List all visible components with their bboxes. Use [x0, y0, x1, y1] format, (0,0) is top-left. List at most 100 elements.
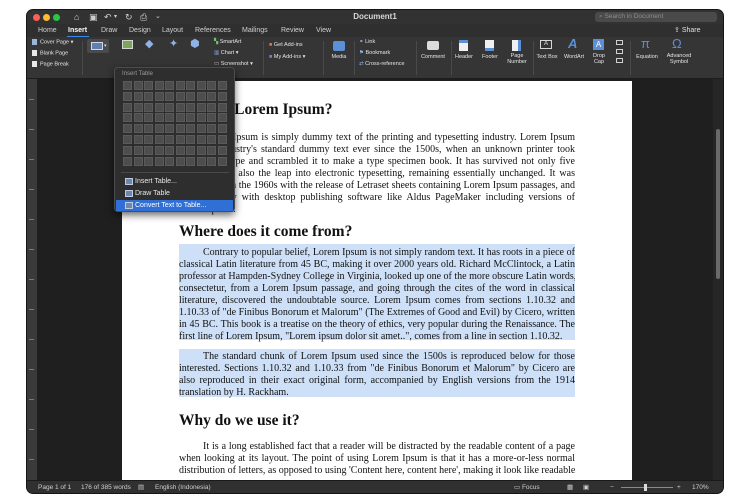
table-grid-cell[interactable] [144, 81, 153, 90]
table-grid-cell[interactable] [196, 124, 206, 134]
table-grid-cell[interactable] [144, 156, 153, 166]
table-grid-cell[interactable] [207, 135, 216, 144]
signature-line-icon[interactable] [616, 40, 623, 45]
table-grid-cell[interactable] [133, 91, 143, 101]
table-grid-cell[interactable] [217, 156, 227, 166]
chart-button[interactable]: ▥ Chart ▾ [214, 50, 238, 57]
table-grid-cell[interactable] [207, 113, 216, 123]
text-box-label[interactable]: Text Box [534, 54, 560, 60]
page-count[interactable]: Page 1 of 1 [38, 482, 71, 493]
footer-icon[interactable] [485, 40, 494, 51]
comment-label[interactable]: Comment [419, 54, 447, 60]
table-grid-cell[interactable] [123, 145, 132, 155]
table-grid-cell[interactable] [186, 81, 195, 90]
tab-mailings[interactable]: Mailings [242, 25, 268, 36]
table-grid-cell[interactable] [144, 135, 153, 144]
table-grid-cell[interactable] [154, 113, 164, 123]
icons-icon[interactable]: ✦ [169, 39, 178, 50]
table-grid-cell[interactable] [186, 145, 195, 155]
tab-view[interactable]: View [316, 25, 331, 36]
footer-label[interactable]: Footer [478, 54, 502, 60]
table-grid-cell[interactable] [175, 91, 185, 101]
media-label[interactable]: Media [327, 54, 351, 60]
tab-insert[interactable]: Insert [68, 25, 87, 36]
table-grid-cell[interactable] [133, 156, 143, 166]
convert-text-to-table-menu-item[interactable]: Convert Text to Table... [116, 200, 233, 211]
table-grid-cell[interactable] [144, 124, 153, 134]
table-grid-cell[interactable] [123, 91, 132, 101]
print-icon[interactable]: ⎙ [140, 11, 147, 23]
tab-review[interactable]: Review [281, 25, 304, 36]
table-grid-cell[interactable] [186, 102, 195, 112]
table-grid-cell[interactable] [217, 124, 227, 134]
insert-table-menu-item[interactable]: Insert Table... [116, 176, 233, 187]
close-window-button[interactable] [33, 14, 40, 21]
proofing-icon[interactable]: ▤ [138, 482, 144, 493]
home-icon[interactable]: ⌂ [74, 11, 79, 23]
text-box-icon[interactable]: A [540, 40, 552, 49]
table-size-grid[interactable] [123, 81, 227, 167]
page-number-button[interactable]: Page Number [505, 53, 529, 65]
table-grid-cell[interactable] [207, 81, 216, 90]
table-grid-cell[interactable] [217, 91, 227, 101]
blank-page-button[interactable]: Blank Page [32, 50, 68, 57]
search-input[interactable]: ⌕ Search in Document [595, 12, 717, 22]
table-grid-cell[interactable] [133, 81, 143, 90]
zoom-level[interactable]: 170% [692, 482, 709, 493]
advanced-symbol-button[interactable]: Advanced Symbol [664, 53, 694, 65]
table-grid-cell[interactable] [144, 91, 153, 101]
table-grid-cell[interactable] [217, 102, 227, 112]
table-button[interactable]: ▾ [87, 39, 109, 53]
zoom-out-icon[interactable]: − [610, 482, 614, 493]
drop-cap-button[interactable]: Drop Cap [588, 53, 610, 65]
table-grid-cell[interactable] [144, 113, 153, 123]
undo-dropdown-icon[interactable]: ▾ [114, 11, 117, 23]
vertical-scrollbar[interactable] [713, 79, 723, 480]
table-grid-cell[interactable] [196, 91, 206, 101]
table-grid-cell[interactable] [165, 124, 174, 134]
word-count[interactable]: 176 of 385 words [81, 482, 131, 493]
table-grid-cell[interactable] [175, 124, 185, 134]
table-grid-cell[interactable] [154, 81, 164, 90]
tab-references[interactable]: References [195, 25, 231, 36]
table-grid-cell[interactable] [154, 124, 164, 134]
table-grid-cell[interactable] [144, 102, 153, 112]
table-grid-cell[interactable] [165, 156, 174, 166]
table-grid-cell[interactable] [133, 145, 143, 155]
table-grid-cell[interactable] [154, 91, 164, 101]
page-break-button[interactable]: Page Break [32, 61, 69, 68]
table-grid-cell[interactable] [207, 102, 216, 112]
wordart-label[interactable]: WordArt [561, 54, 587, 60]
shapes-icon[interactable]: ◆ [145, 39, 153, 50]
table-grid-cell[interactable] [217, 81, 227, 90]
table-grid-cell[interactable] [207, 145, 216, 155]
zoom-slider[interactable] [621, 487, 673, 488]
table-grid-cell[interactable] [165, 81, 174, 90]
pictures-icon[interactable] [122, 40, 133, 49]
table-grid-cell[interactable] [186, 113, 195, 123]
tab-design[interactable]: Design [129, 25, 151, 36]
symbol-icon[interactable]: Ω [672, 37, 682, 51]
my-addins-button[interactable]: ■ My Add-ins ▾ [269, 54, 305, 61]
table-grid-cell[interactable] [217, 145, 227, 155]
table-grid-cell[interactable] [165, 135, 174, 144]
table-grid-cell[interactable] [207, 156, 216, 166]
table-grid-cell[interactable] [165, 113, 174, 123]
bookmark-button[interactable]: ⚑ Bookmark [359, 50, 390, 57]
web-layout-icon[interactable]: ▣ [583, 482, 589, 493]
table-grid-cell[interactable] [165, 91, 174, 101]
table-grid-cell[interactable] [154, 135, 164, 144]
zoom-slider-handle[interactable] [644, 484, 647, 491]
table-grid-cell[interactable] [186, 135, 195, 144]
table-grid-cell[interactable] [123, 81, 132, 90]
comment-icon[interactable] [427, 41, 439, 50]
cover-page-button[interactable]: Cover Page ▾ [32, 39, 73, 46]
table-grid-cell[interactable] [154, 102, 164, 112]
header-icon[interactable] [459, 40, 468, 51]
drop-cap-icon[interactable]: A [593, 39, 604, 50]
table-grid-cell[interactable] [196, 81, 206, 90]
language-indicator[interactable]: English (Indonesia) [155, 482, 211, 493]
focus-button[interactable]: ▭ Focus [514, 482, 540, 493]
table-grid-cell[interactable] [217, 113, 227, 123]
table-grid-cell[interactable] [123, 124, 132, 134]
